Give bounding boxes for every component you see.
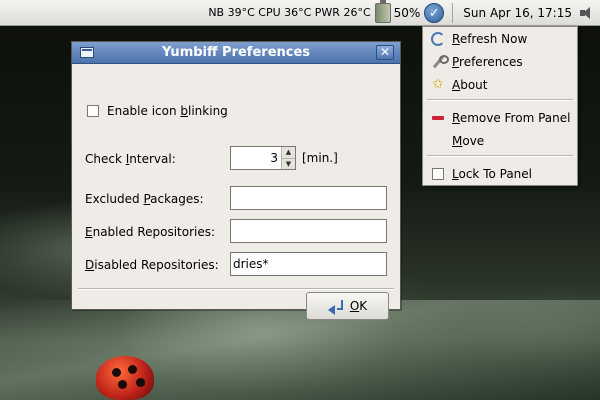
dialog-titlebar[interactable]: Yumbiff Preferences ✕ [72, 42, 400, 64]
yumbiff-checkmark-icon[interactable]: ✓ [424, 2, 445, 23]
leaf-wallpaper [0, 300, 600, 400]
menu-item-move[interactable]: Move [423, 130, 577, 152]
clock[interactable]: Sun Apr 16, 17:15 [463, 6, 572, 20]
battery-icon[interactable] [374, 0, 391, 23]
refresh-icon [431, 32, 445, 46]
check-interval-unit: [min.] [302, 151, 338, 165]
window-menu-icon[interactable] [80, 47, 94, 58]
about-icon: ✩ [432, 77, 444, 92]
top-panel: NB 39°C CPU 36°C PWR 26°C 50% ✓ Sun Apr … [0, 0, 600, 26]
enter-icon [327, 299, 344, 315]
menu-item-about[interactable]: ✩ About [423, 74, 577, 96]
applet-context-menu: Refresh Now Preferences ✩ About Remove F… [422, 26, 578, 186]
panel-separator [452, 2, 454, 23]
ok-button[interactable]: OK [306, 292, 389, 320]
close-button[interactable]: ✕ [376, 45, 394, 60]
temperature-sensors: NB 39°C CPU 36°C PWR 26°C [208, 6, 371, 19]
menu-separator [427, 99, 573, 101]
disabled-repositories-field[interactable]: dries* [230, 252, 387, 276]
spinner-up-icon[interactable]: ▲ [282, 147, 295, 158]
battery-percent: 50% [393, 5, 421, 20]
menu-item-preferences[interactable]: Preferences [423, 51, 577, 73]
check-interval-label: Check Interval: [85, 152, 176, 166]
preferences-dialog: Yumbiff Preferences ✕ Enable icon blinki… [71, 41, 401, 320]
check-interval-spinner[interactable]: 3 ▲ ▼ [230, 146, 296, 170]
enable-blinking-checkbox[interactable] [87, 105, 99, 117]
lock-to-panel-checkbox[interactable] [432, 168, 444, 180]
enabled-repositories-label: Enabled Repositories: [85, 225, 216, 239]
dialog-title: Yumbiff Preferences [161, 45, 311, 60]
excluded-packages-label: Excluded Packages: [85, 192, 204, 206]
spinner-down-icon[interactable]: ▼ [282, 158, 295, 170]
enable-blinking-row[interactable]: Enable icon blinking [87, 104, 228, 118]
disabled-repositories-label: Disabled Repositories: [85, 258, 219, 272]
ladybug-wallpaper [96, 356, 154, 400]
preferences-icon [431, 55, 449, 69]
excluded-packages-field[interactable] [230, 186, 387, 210]
button-divider [78, 288, 394, 290]
remove-icon [431, 111, 445, 125]
check-interval-value[interactable]: 3 [231, 147, 281, 169]
menu-separator [427, 155, 573, 157]
enable-blinking-label: Enable icon blinking [107, 104, 228, 118]
ok-label: OK [349, 299, 368, 313]
menu-item-remove-from-panel[interactable]: Remove From Panel [423, 107, 577, 129]
volume-icon[interactable] [580, 6, 594, 20]
enabled-repositories-field[interactable] [230, 219, 387, 243]
menu-item-refresh-now[interactable]: Refresh Now [423, 28, 577, 50]
menu-item-lock-to-panel[interactable]: Lock To Panel [423, 163, 577, 185]
